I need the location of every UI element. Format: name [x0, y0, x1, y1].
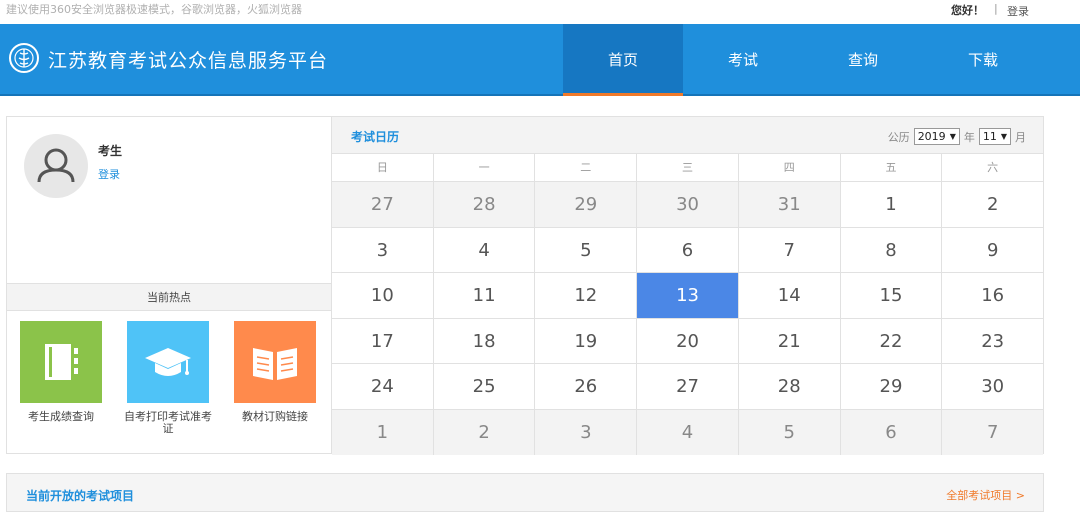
- calendar-day[interactable]: 19: [535, 318, 638, 363]
- all-exams-link[interactable]: 全部考试项目 >: [946, 487, 1025, 503]
- weekday-label: 四: [739, 154, 841, 181]
- top-login-link[interactable]: 登录: [1007, 3, 1029, 19]
- calendar-title: 考试日历: [351, 130, 400, 144]
- calendar-day[interactable]: 6: [637, 227, 739, 272]
- calendar-day[interactable]: 1: [332, 409, 434, 455]
- calendar-day[interactable]: 2: [942, 182, 1043, 227]
- calendar-week-row: 10 11 12 13 14 15 16: [332, 273, 1043, 319]
- calendar-day[interactable]: 27: [637, 364, 739, 409]
- weekday-label: 一: [434, 154, 536, 181]
- calendar-day[interactable]: 3: [535, 409, 638, 455]
- calendar-day[interactable]: 10: [332, 273, 434, 318]
- hot-item-label: 教材订购链接: [242, 410, 308, 423]
- calendar-day[interactable]: 17: [332, 318, 434, 363]
- weekday-label: 六: [987, 161, 999, 174]
- calendar-day[interactable]: 11: [434, 273, 536, 318]
- user-icon: [37, 148, 75, 183]
- hot-item-textbook-order[interactable]: 教材订购链接: [234, 321, 316, 423]
- calendar-day[interactable]: 2: [433, 409, 536, 455]
- main-nav: 首页 考试 查询 下载: [563, 24, 1043, 96]
- site-logo-icon: [8, 42, 40, 74]
- chevron-down-icon: ▼: [1000, 132, 1007, 141]
- nav-query[interactable]: 查询: [803, 24, 923, 96]
- weekday-label: 二: [535, 154, 638, 181]
- open-exams-bar: 当前开放的考试项目 全部考试项目 >: [6, 473, 1044, 512]
- calendar-day[interactable]: 15: [841, 273, 943, 318]
- calendar-day[interactable]: 18: [434, 318, 536, 363]
- nav-home[interactable]: 首页: [563, 24, 683, 96]
- calendar-day[interactable]: 4: [434, 227, 536, 272]
- calendar-day[interactable]: 28: [433, 182, 536, 227]
- nav-exams[interactable]: 考试: [683, 24, 803, 96]
- calendar-day[interactable]: 5: [738, 409, 841, 455]
- calendar-week-row: 1234567: [332, 409, 1044, 455]
- weekday-label: 日: [332, 154, 434, 181]
- calendar-day[interactable]: 3: [332, 227, 434, 272]
- calendar-day[interactable]: 20: [637, 318, 739, 363]
- calendar-day-today[interactable]: 13: [637, 273, 739, 318]
- top-notice-bar: 建议使用360安全浏览器极速模式，谷歌浏览器，火狐浏览器 您好！ | 登录: [0, 0, 1080, 24]
- calendar-day[interactable]: 5: [535, 227, 638, 272]
- open-book-icon[interactable]: [234, 321, 316, 403]
- exam-calendar: 考试日历 公历 2019 ▼ 年 11 ▼ 月 日一二三四五六 27 28 29 30…: [332, 116, 1044, 455]
- calendar-day[interactable]: 24: [332, 364, 434, 409]
- calendar-day[interactable]: 14: [739, 273, 841, 318]
- hot-item-score-query[interactable]: 考生成绩查询: [20, 321, 102, 423]
- open-exams-title: 当前开放的考试项目: [26, 489, 135, 503]
- calendar-day[interactable]: 30: [637, 182, 739, 227]
- calendar-day[interactable]: 22: [841, 318, 943, 363]
- weekday-row: 日一二三四五 六: [332, 154, 1043, 182]
- calendar-day[interactable]: 26: [535, 364, 638, 409]
- calendar-day[interactable]: 12: [535, 273, 638, 318]
- profile-login-link[interactable]: 登录: [98, 166, 120, 182]
- chevron-down-icon: ▼: [949, 132, 956, 141]
- year-select[interactable]: 2019 ▼: [913, 128, 960, 145]
- nav-download[interactable]: 下载: [923, 24, 1043, 96]
- site-header: 江苏教育考试公众信息服务平台 首页 考试 查询 下载: [0, 24, 1080, 96]
- topbar-separator: |: [994, 2, 998, 15]
- calendar-day[interactable]: 7: [739, 227, 841, 272]
- calendar-controls: 公历 2019 ▼ 年 11 ▼ 月: [888, 128, 1026, 145]
- hot-item-admission-ticket[interactable]: 自考打印考试准考证: [124, 321, 212, 435]
- calendar-day[interactable]: 16: [942, 273, 1043, 318]
- month-unit: 月: [1015, 130, 1026, 144]
- calendar-day[interactable]: 28: [739, 364, 841, 409]
- profile-name: 考生: [98, 144, 123, 158]
- calendar-week-row: 3456789: [332, 227, 1043, 273]
- era-label: 公历: [887, 130, 910, 144]
- calendar-day[interactable]: 4: [637, 409, 739, 455]
- profile-panel: 考生 登录 当前热点 考生成绩查询 自考打印考试准考证 教材订购链接: [6, 116, 332, 454]
- notebook-icon[interactable]: [20, 321, 102, 403]
- calendar-week-row: 24 25 26 27 28 29 30: [332, 364, 1043, 410]
- browser-notice: 建议使用360安全浏览器极速模式，谷歌浏览器，火狐浏览器: [6, 3, 302, 16]
- year-unit: 年: [963, 130, 975, 144]
- calendar-day[interactable]: 29: [535, 182, 638, 227]
- graduation-cap-icon[interactable]: [127, 321, 209, 403]
- greeting-text: 您好！: [951, 4, 984, 17]
- calendar-header: 考试日历 公历 2019 ▼ 年 11 ▼ 月: [332, 117, 1043, 154]
- avatar: [24, 134, 88, 198]
- calendar-week-row: 17 18 19 20 21 22 23: [332, 318, 1043, 364]
- calendar-day[interactable]: 8: [841, 227, 943, 272]
- weekday-label: 三: [637, 154, 739, 181]
- calendar-day[interactable]: 27: [332, 182, 434, 227]
- calendar-day[interactable]: 7: [942, 409, 1044, 455]
- calendar-day[interactable]: 31: [738, 182, 841, 227]
- calendar-grid: 日一二三四五六 27 28 29 30 31 1 2 3 4 5 6 7 8 9 10 11 12 13 14 15 1…: [332, 154, 1044, 455]
- weekday-label: 五: [841, 154, 943, 181]
- calendar-day[interactable]: 29: [841, 364, 943, 409]
- calendar-day[interactable]: 6: [840, 409, 943, 455]
- calendar-day[interactable]: 30: [942, 364, 1043, 409]
- month-select[interactable]: 11 ▼: [978, 128, 1011, 145]
- hot-topics-title: 当前热点: [7, 283, 331, 311]
- calendar-day[interactable]: 25: [434, 364, 536, 409]
- hot-item-label: 自考打印考试准考证: [124, 410, 212, 435]
- calendar-day[interactable]: 23: [942, 319, 1043, 364]
- hot-item-label: 考生成绩查询: [28, 410, 94, 423]
- calendar-day[interactable]: 9: [942, 228, 1043, 273]
- calendar-day[interactable]: 1: [841, 182, 943, 227]
- calendar-day[interactable]: 21: [739, 318, 841, 363]
- site-title: 江苏教育考试公众信息服务平台: [48, 50, 329, 72]
- calendar-week-row: 27 28 29 30 31 1 2: [332, 182, 1043, 228]
